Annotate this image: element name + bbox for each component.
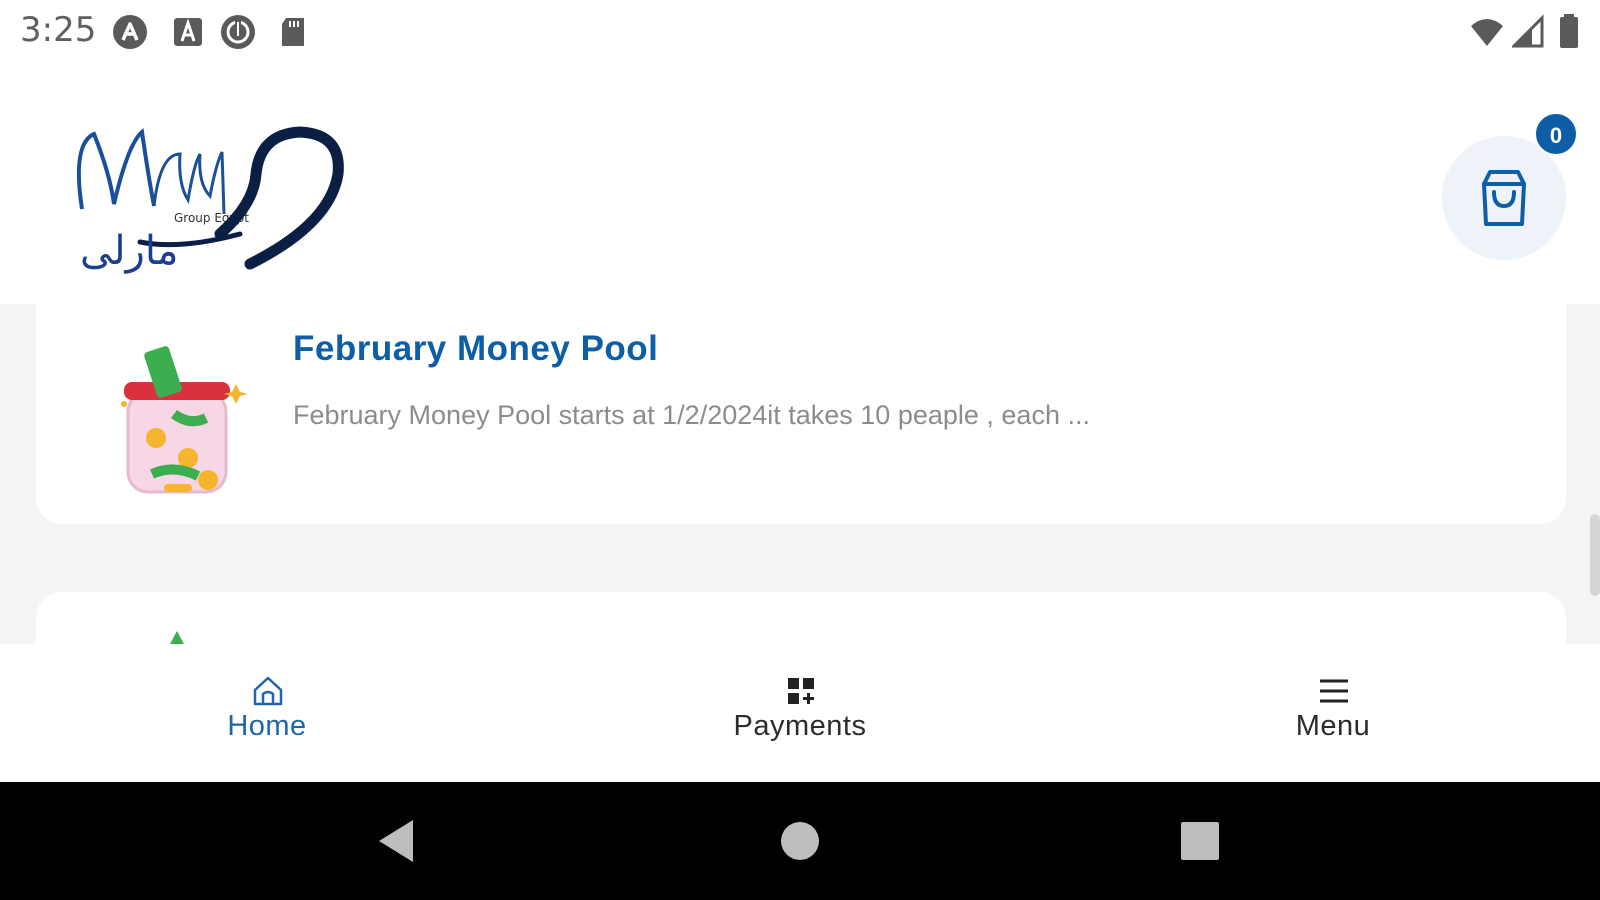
money-jar-icon: [121, 346, 248, 494]
back-icon[interactable]: [373, 816, 423, 866]
marly-logo: Group Egypt مارلى: [76, 126, 344, 274]
app-badge-icon: [221, 15, 255, 49]
home-circle-icon[interactable]: [775, 816, 825, 866]
nav-home-label: Home: [227, 710, 307, 742]
svg-text:مارلى: مارلى: [80, 228, 178, 274]
app-notification-icon: [113, 15, 147, 49]
pool-card[interactable]: February Money Pool February Money Pool …: [36, 304, 1566, 524]
status-bar: 3:25: [0, 0, 1600, 64]
payments-grid-icon: [788, 678, 814, 704]
keyboard-a-icon: [174, 18, 202, 46]
cell-signal-icon: [1512, 14, 1544, 48]
scrollbar[interactable]: [1590, 514, 1600, 596]
pool-card[interactable]: [36, 592, 1566, 644]
bottom-nav: Home Payments Menu: [0, 644, 1600, 782]
system-nav-bar: [0, 782, 1600, 900]
sd-card-icon: [282, 18, 304, 46]
nav-payments[interactable]: Payments: [650, 644, 950, 782]
nav-menu-label: Menu: [1295, 710, 1371, 742]
recents-icon[interactable]: [1175, 816, 1225, 866]
home-icon: [253, 676, 283, 706]
pool-card-title: February Money Pool: [293, 329, 659, 368]
nav-home[interactable]: Home: [117, 644, 417, 782]
shopping-bag-icon: [1482, 170, 1526, 226]
pool-list[interactable]: February Money Pool February Money Pool …: [0, 304, 1600, 644]
wifi-icon: [1471, 19, 1503, 46]
nav-menu[interactable]: Menu: [1183, 644, 1483, 782]
cart-count-badge: 0: [1534, 112, 1578, 156]
menu-icon: [1320, 679, 1348, 703]
battery-icon: [1560, 14, 1578, 48]
leaf-icon: [170, 631, 184, 644]
status-time: 3:25: [20, 10, 97, 50]
nav-payments-label: Payments: [733, 710, 867, 742]
app-header: Group Egypt مارلى 0: [0, 64, 1600, 304]
pool-card-description: February Money Pool starts at 1/2/2024it…: [293, 400, 1090, 430]
